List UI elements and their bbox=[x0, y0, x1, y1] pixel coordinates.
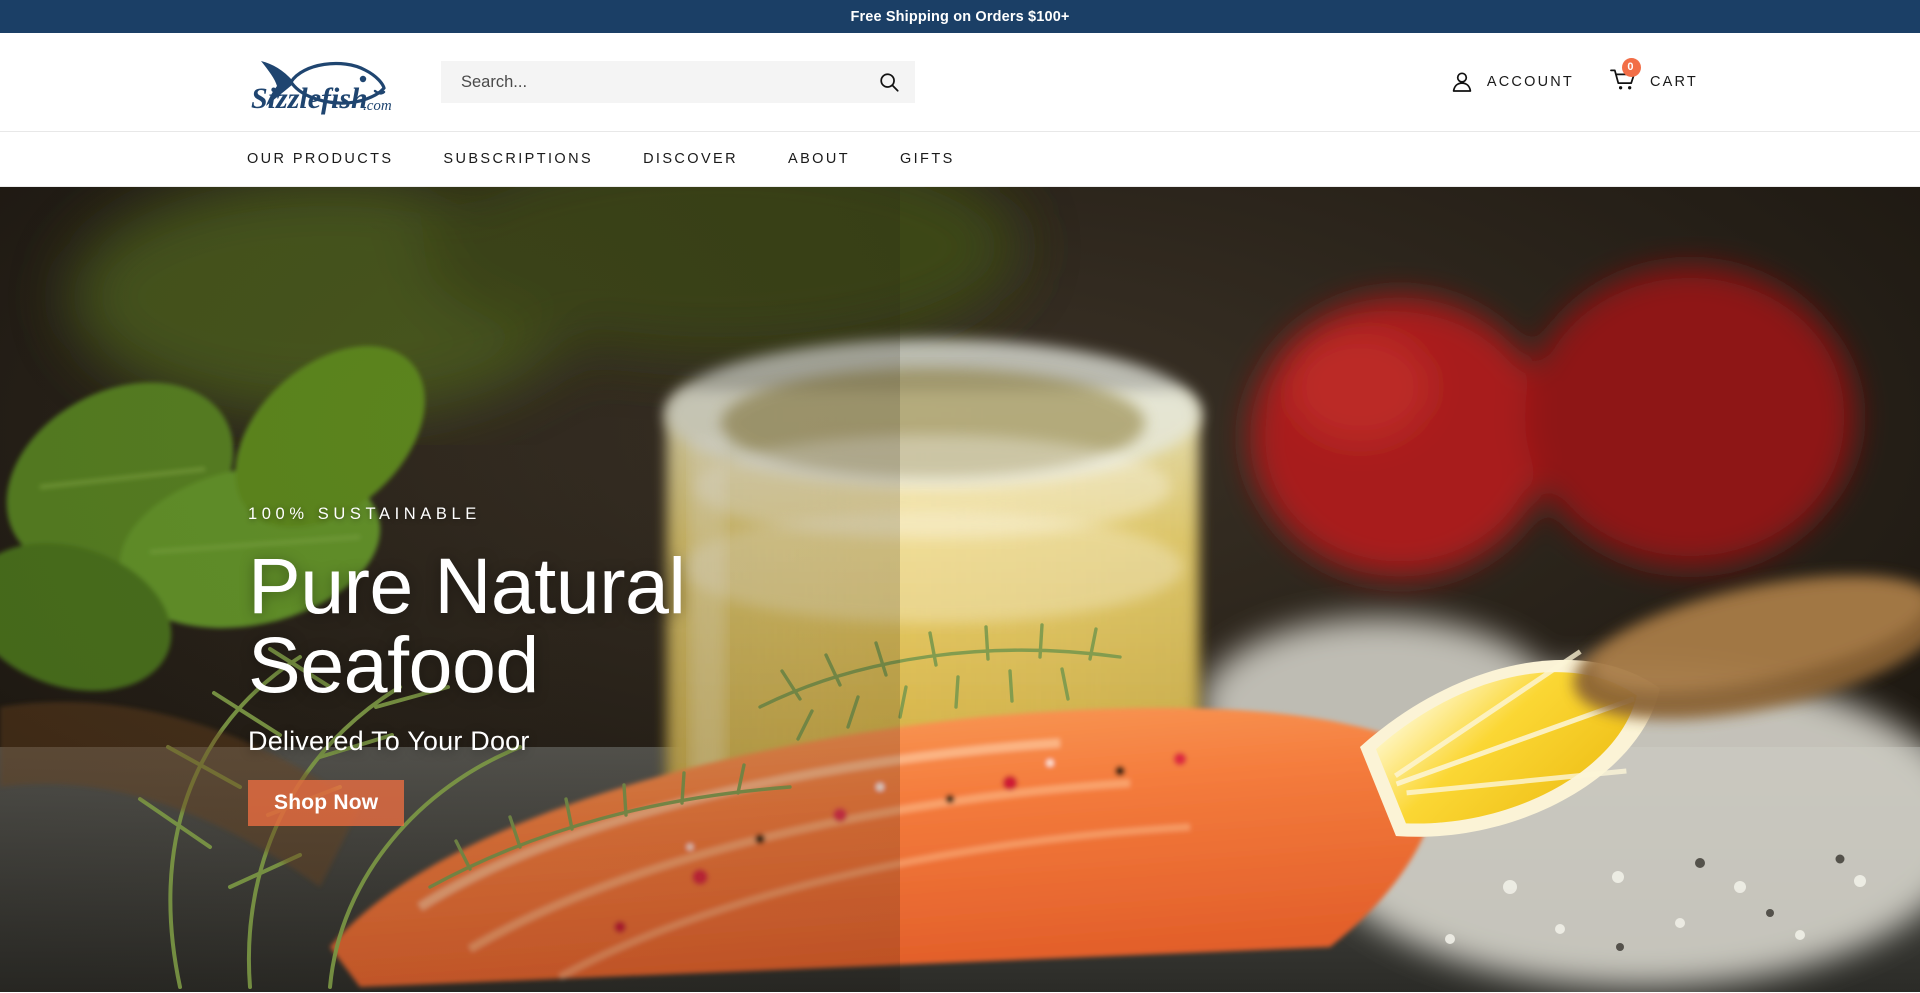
announcement-bar: Free Shipping on Orders $100+ bbox=[0, 0, 1920, 33]
svg-text:Sizzlefish: Sizzlefish bbox=[251, 82, 368, 115]
main-navigation: OUR PRODUCTS SUBSCRIPTIONS DISCOVER ABOU… bbox=[0, 132, 1920, 187]
hero-subtitle: Delivered To Your Door bbox=[248, 726, 530, 756]
cart-link[interactable]: 0 CART bbox=[1610, 58, 1698, 96]
hero-content: 100% SUSTAINABLE Pure Natural Seafood De… bbox=[248, 505, 686, 826]
site-header: Sizzlefish .com ACCOUNT bbox=[0, 33, 1920, 132]
svg-text:.com: .com bbox=[363, 98, 392, 114]
cart-icon-wrapper: 0 bbox=[1610, 58, 1641, 96]
search-bar[interactable] bbox=[441, 61, 915, 103]
nav-item-gifts[interactable]: GIFTS bbox=[900, 151, 955, 167]
shop-now-button[interactable]: Shop Now bbox=[248, 780, 405, 826]
announcement-text: Free Shipping on Orders $100+ bbox=[850, 8, 1070, 25]
cart-label: CART bbox=[1649, 74, 1698, 90]
nav-item-discover[interactable]: DISCOVER bbox=[643, 151, 738, 167]
user-icon bbox=[1452, 72, 1472, 92]
hero-banner: 100% SUSTAINABLE Pure Natural Seafood De… bbox=[0, 187, 1920, 992]
sizzlefish-logo-icon: Sizzlefish .com bbox=[251, 61, 392, 115]
search-submit-button[interactable] bbox=[873, 66, 905, 98]
hero-title-line-1: Pure Natural bbox=[248, 541, 686, 630]
account-label: ACCOUNT bbox=[1486, 74, 1574, 90]
hero-title: Pure Natural Seafood bbox=[248, 546, 686, 704]
nav-item-subscriptions[interactable]: SUBSCRIPTIONS bbox=[443, 151, 593, 167]
site-logo[interactable]: Sizzlefish .com bbox=[247, 46, 407, 118]
hero-title-line-2: Seafood bbox=[248, 620, 539, 709]
nav-item-about[interactable]: ABOUT bbox=[788, 151, 850, 167]
header-actions: ACCOUNT 0 CART bbox=[1450, 58, 1698, 96]
nav-item-our-products[interactable]: OUR PRODUCTS bbox=[247, 151, 393, 167]
account-link[interactable]: ACCOUNT bbox=[1450, 70, 1574, 94]
hero-eyebrow: 100% SUSTAINABLE bbox=[248, 505, 481, 523]
search-icon bbox=[880, 73, 899, 92]
search-input[interactable] bbox=[441, 61, 915, 103]
cart-count-badge: 0 bbox=[1621, 58, 1641, 77]
